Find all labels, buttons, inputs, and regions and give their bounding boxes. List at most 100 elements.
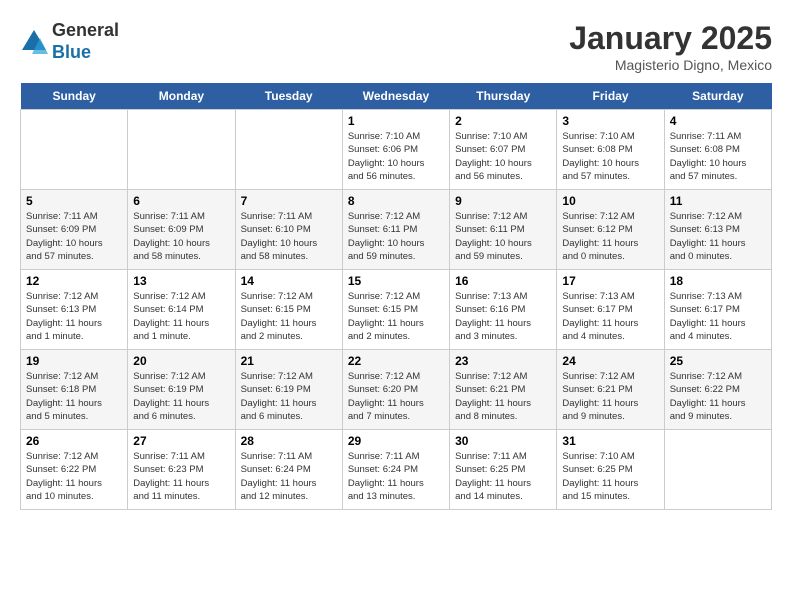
week-row-3: 12 Sunrise: 7:12 AM Sunset: 6:13 PM Dayli… — [21, 270, 772, 350]
date-number: 8 — [348, 194, 444, 208]
cell-info: Sunrise: 7:10 AM Sunset: 6:06 PM Dayligh… — [348, 130, 444, 183]
day-headers-row: SundayMondayTuesdayWednesdayThursdayFrid… — [21, 83, 772, 110]
date-number: 5 — [26, 194, 122, 208]
calendar-cell: 5Sunrise: 7:11 AM Sunset: 6:09 PM Daylig… — [21, 190, 128, 270]
day-header-saturday: Saturday — [664, 83, 771, 110]
date-number: 27 — [133, 434, 229, 448]
cell-info: Sunrise: 7:10 AM Sunset: 6:07 PM Dayligh… — [455, 130, 551, 183]
date-number: 10 — [562, 194, 658, 208]
date-number: 11 — [670, 194, 766, 208]
calendar-table: SundayMondayTuesdayWednesdayThursdayFrid… — [20, 83, 772, 510]
cell-info: Sunrise: 7:12 AM Sunset: 6:12 PM Dayligh… — [562, 210, 658, 263]
page-header: General Blue January 2025 Magisterio Dig… — [20, 20, 772, 73]
cell-info: Sunrise: 7:10 AM Sunset: 6:25 PM Dayligh… — [562, 450, 658, 503]
date-number: 17 — [562, 274, 658, 288]
logo-text: General Blue — [52, 20, 119, 63]
date-number: 13 — [133, 274, 229, 288]
date-number: 24 — [562, 354, 658, 368]
week-row-2: 5 Sunrise: 7:11 AM Sunset: 6:09 PM Daylig… — [21, 190, 772, 270]
cell-info: Sunrise: 7:11 AM Sunset: 6:25 PM Dayligh… — [455, 450, 551, 503]
date-number: 18 — [670, 274, 766, 288]
date-number: 15 — [348, 274, 444, 288]
calendar-cell: 20 Sunrise: 7:12 AM Sunset: 6:19 PM Dayli… — [128, 350, 235, 430]
date-number: 21 — [241, 354, 337, 368]
calendar-cell: 30 Sunrise: 7:11 AM Sunset: 6:25 PM Dayli… — [450, 430, 557, 510]
calendar-cell: 19 Sunrise: 7:12 AM Sunset: 6:18 PM Dayli… — [21, 350, 128, 430]
date-number: 20 — [133, 354, 229, 368]
date-number: 28 — [241, 434, 337, 448]
date-number: 25 — [670, 354, 766, 368]
cell-info: Sunrise: 7:10 AM Sunset: 6:08 PM Dayligh… — [562, 130, 658, 183]
calendar-cell: 31 Sunrise: 7:10 AM Sunset: 6:25 PM Dayli… — [557, 430, 664, 510]
calendar-cell: 13 Sunrise: 7:12 AM Sunset: 6:14 PM Dayli… — [128, 270, 235, 350]
date-number: 29 — [348, 434, 444, 448]
calendar-cell: 10 Sunrise: 7:12 AM Sunset: 6:12 PM Dayli… — [557, 190, 664, 270]
calendar-cell: 21 Sunrise: 7:12 AM Sunset: 6:19 PM Dayli… — [235, 350, 342, 430]
cell-info: Sunrise: 7:12 AM Sunset: 6:13 PM Dayligh… — [670, 210, 766, 263]
calendar-cell: 9Sunrise: 7:12 AM Sunset: 6:11 PM Daylig… — [450, 190, 557, 270]
date-number: 1 — [348, 114, 444, 128]
cell-info: Sunrise: 7:12 AM Sunset: 6:21 PM Dayligh… — [562, 370, 658, 423]
title-block: January 2025 Magisterio Digno, Mexico — [569, 20, 772, 73]
calendar-cell: 28 Sunrise: 7:11 AM Sunset: 6:24 PM Dayli… — [235, 430, 342, 510]
date-number: 19 — [26, 354, 122, 368]
date-number: 14 — [241, 274, 337, 288]
date-number: 2 — [455, 114, 551, 128]
calendar-cell: 22Sunrise: 7:12 AM Sunset: 6:20 PM Dayli… — [342, 350, 449, 430]
calendar-cell — [235, 110, 342, 190]
cell-info: Sunrise: 7:12 AM Sunset: 6:11 PM Dayligh… — [348, 210, 444, 263]
logo-icon — [20, 28, 48, 56]
day-header-friday: Friday — [557, 83, 664, 110]
calendar-cell — [664, 430, 771, 510]
cell-info: Sunrise: 7:12 AM Sunset: 6:19 PM Dayligh… — [241, 370, 337, 423]
calendar-cell: 8 Sunrise: 7:12 AM Sunset: 6:11 PM Daylig… — [342, 190, 449, 270]
date-number: 16 — [455, 274, 551, 288]
calendar-cell: 24 Sunrise: 7:12 AM Sunset: 6:21 PM Dayli… — [557, 350, 664, 430]
calendar-cell: 26Sunrise: 7:12 AM Sunset: 6:22 PM Dayli… — [21, 430, 128, 510]
calendar-cell: 18 Sunrise: 7:13 AM Sunset: 6:17 PM Dayli… — [664, 270, 771, 350]
cell-info: Sunrise: 7:11 AM Sunset: 6:23 PM Dayligh… — [133, 450, 229, 503]
calendar-cell: 27 Sunrise: 7:11 AM Sunset: 6:23 PM Dayli… — [128, 430, 235, 510]
date-number: 12 — [26, 274, 122, 288]
cell-info: Sunrise: 7:13 AM Sunset: 6:17 PM Dayligh… — [670, 290, 766, 343]
cell-info: Sunrise: 7:12 AM Sunset: 6:22 PM Dayligh… — [670, 370, 766, 423]
cell-info: Sunrise: 7:12 AM Sunset: 6:14 PM Dayligh… — [133, 290, 229, 343]
date-number: 23 — [455, 354, 551, 368]
date-number: 6 — [133, 194, 229, 208]
calendar-cell: 7Sunrise: 7:11 AM Sunset: 6:10 PM Daylig… — [235, 190, 342, 270]
week-row-5: 26Sunrise: 7:12 AM Sunset: 6:22 PM Dayli… — [21, 430, 772, 510]
day-header-sunday: Sunday — [21, 83, 128, 110]
date-number: 30 — [455, 434, 551, 448]
cell-info: Sunrise: 7:12 AM Sunset: 6:11 PM Dayligh… — [455, 210, 551, 263]
cell-info: Sunrise: 7:11 AM Sunset: 6:24 PM Dayligh… — [241, 450, 337, 503]
cell-info: Sunrise: 7:13 AM Sunset: 6:16 PM Dayligh… — [455, 290, 551, 343]
cell-info: Sunrise: 7:12 AM Sunset: 6:20 PM Dayligh… — [348, 370, 444, 423]
date-number: 7 — [241, 194, 337, 208]
cell-info: Sunrise: 7:11 AM Sunset: 6:09 PM Dayligh… — [133, 210, 229, 263]
day-header-monday: Monday — [128, 83, 235, 110]
calendar-cell: 6 Sunrise: 7:11 AM Sunset: 6:09 PM Daylig… — [128, 190, 235, 270]
date-number: 31 — [562, 434, 658, 448]
cell-info: Sunrise: 7:12 AM Sunset: 6:18 PM Dayligh… — [26, 370, 122, 423]
calendar-cell: 1 Sunrise: 7:10 AM Sunset: 6:06 PM Daylig… — [342, 110, 449, 190]
month-title: January 2025 — [569, 20, 772, 57]
cell-info: Sunrise: 7:12 AM Sunset: 6:15 PM Dayligh… — [348, 290, 444, 343]
date-number: 3 — [562, 114, 658, 128]
cell-info: Sunrise: 7:12 AM Sunset: 6:19 PM Dayligh… — [133, 370, 229, 423]
week-row-4: 19 Sunrise: 7:12 AM Sunset: 6:18 PM Dayli… — [21, 350, 772, 430]
cell-info: Sunrise: 7:11 AM Sunset: 6:24 PM Dayligh… — [348, 450, 444, 503]
calendar-cell: 2 Sunrise: 7:10 AM Sunset: 6:07 PM Daylig… — [450, 110, 557, 190]
cell-info: Sunrise: 7:11 AM Sunset: 6:08 PM Dayligh… — [670, 130, 766, 183]
cell-info: Sunrise: 7:12 AM Sunset: 6:22 PM Dayligh… — [26, 450, 122, 503]
calendar-cell: 3 Sunrise: 7:10 AM Sunset: 6:08 PM Daylig… — [557, 110, 664, 190]
calendar-cell — [21, 110, 128, 190]
logo-general: General — [52, 20, 119, 42]
calendar-cell — [128, 110, 235, 190]
calendar-cell: 4Sunrise: 7:11 AM Sunset: 6:08 PM Daylig… — [664, 110, 771, 190]
cell-info: Sunrise: 7:12 AM Sunset: 6:13 PM Dayligh… — [26, 290, 122, 343]
calendar-cell: 29 Sunrise: 7:11 AM Sunset: 6:24 PM Dayli… — [342, 430, 449, 510]
calendar-cell: 11 Sunrise: 7:12 AM Sunset: 6:13 PM Dayli… — [664, 190, 771, 270]
calendar-cell: 15 Sunrise: 7:12 AM Sunset: 6:15 PM Dayli… — [342, 270, 449, 350]
calendar-cell: 25 Sunrise: 7:12 AM Sunset: 6:22 PM Dayli… — [664, 350, 771, 430]
day-header-wednesday: Wednesday — [342, 83, 449, 110]
